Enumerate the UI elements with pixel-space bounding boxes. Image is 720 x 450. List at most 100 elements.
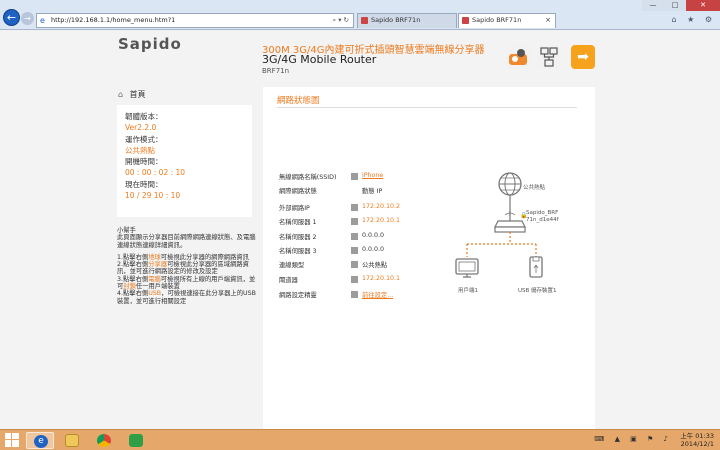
row-label: 名稱伺服器 3 xyxy=(279,248,317,255)
pc-label: 用戶端1 xyxy=(458,288,478,294)
row-label: 網路設定精靈 xyxy=(279,292,317,299)
help-panel: 小幫手 此頁面顯示分享器目前網際網路連線狀態、及電腦連線狀態連線詳細資訊。 1.… xyxy=(117,227,257,305)
close-button[interactable]: ✕ xyxy=(686,0,720,11)
panel-divider xyxy=(277,107,577,108)
system-tray-icons[interactable]: ⌨ ▲ ▣ ⚑ ♪ xyxy=(594,435,672,443)
wizard-icon xyxy=(509,49,527,65)
row-bullet-icon xyxy=(351,204,358,211)
product-model: BRF71n xyxy=(262,67,290,75)
usb-icon[interactable] xyxy=(529,256,543,278)
home-label: 首頁 xyxy=(129,90,146,99)
status-row-gateway: 閘道器 172.20.10.1 xyxy=(279,275,479,285)
uptime-value: 00 : 00 : 02 : 10 xyxy=(125,168,186,178)
back-button[interactable]: ← xyxy=(3,9,20,26)
tab-sapido-2[interactable]: Sapido BRF71n × xyxy=(458,13,556,28)
firmware-value: Ver2.2.0 xyxy=(125,123,157,133)
help-item-highlight: USB xyxy=(148,290,162,298)
row-value: 0.0.0.0 xyxy=(362,232,385,239)
forward-button[interactable]: → xyxy=(21,12,34,25)
sapido-logo: Sapido xyxy=(118,35,182,53)
taskbar-explorer[interactable] xyxy=(58,432,86,449)
taskbar-store[interactable] xyxy=(122,432,150,449)
help-item: 2.點擊右側分享器可檢視此分享器的區域網路資訊，並可進行網路設定的修改及設定 xyxy=(117,261,257,276)
tab-close-icon[interactable]: × xyxy=(545,14,551,27)
setup-wizard-link[interactable]: 前往設定... xyxy=(362,290,393,299)
row-value: 公共熱點 xyxy=(362,262,388,269)
product-title-en: 3G/4G Mobile Router xyxy=(262,53,377,66)
address-tools[interactable]: ⌕ ▾ ↻ xyxy=(333,16,349,25)
status-row-dns2: 名稱伺服器 2 0.0.0.0 xyxy=(279,232,479,242)
home-link[interactable]: ⌂ 首頁 xyxy=(118,89,146,100)
browser-toolbar-icons[interactable]: ⌂ ★ ⚙ xyxy=(671,15,716,24)
mode-label: 運作模式： xyxy=(125,134,163,144)
row-value: 172.20.10.1 xyxy=(362,275,401,282)
store-icon xyxy=(129,434,143,447)
help-item-highlight: 電腦 xyxy=(148,275,161,283)
help-item-text: 可檢視此分享器的網際網路資訊 xyxy=(160,253,249,261)
row-label: 無線網路名稱(SSID) xyxy=(279,174,337,181)
minimize-button[interactable]: — xyxy=(642,0,664,11)
row-value: 172.20.10.2 xyxy=(362,203,401,210)
browser-chrome: ← → e http://192.168.1.1/home_menu.htm?1… xyxy=(0,0,720,30)
row-value: 0.0.0.0 xyxy=(362,246,385,253)
chrome-icon xyxy=(97,434,111,447)
logo-text: Sapido xyxy=(118,35,182,53)
address-bar[interactable]: e http://192.168.1.1/home_menu.htm?1 ⌕ ▾… xyxy=(36,13,354,28)
network-diagram: 🔒 公共熱點 Sapido_BRF 71n_d1e44f 用戶端1 USB 儲存… xyxy=(453,169,593,349)
clock[interactable]: 上午 01:33 2014/12/1 xyxy=(680,432,714,448)
taskbar: e ⌨ ▲ ▣ ⚑ ♪ 上午 01:33 2014/12/1 xyxy=(0,429,720,450)
clock-date: 2014/12/1 xyxy=(680,439,714,448)
usb-label: USB 儲存裝置1 xyxy=(518,288,557,294)
network-button[interactable] xyxy=(537,45,561,69)
maximize-button[interactable]: □ xyxy=(664,0,686,11)
status-row-wan-ip: 外部網路IP 172.20.10.2 xyxy=(279,203,479,213)
current-time-value: 10 / 29 10 : 10 xyxy=(125,191,181,201)
address-url[interactable]: http://192.168.1.1/home_menu.htm?1 xyxy=(51,16,175,24)
page-canvas: Sapido 300M 3G/4G內建可折式插頭智慧雲端無線分享器 3G/4G … xyxy=(0,31,720,429)
row-value: 動態 IP xyxy=(362,188,383,195)
row-value[interactable]: iPhone xyxy=(362,172,383,179)
help-item-highlight: 地球 xyxy=(148,253,161,261)
row-bullet-icon xyxy=(351,261,358,268)
help-item: 4.點擊右側USB，可檢視連接在此分享器上的USB裝置，並可進行相關設定 xyxy=(117,290,257,305)
row-label: 名稱伺服器 2 xyxy=(279,234,317,241)
taskbar-chrome[interactable] xyxy=(90,432,118,449)
row-label: 閘道器 xyxy=(279,277,298,284)
logout-button[interactable]: ➡ xyxy=(571,45,595,69)
window-controls: — □ ✕ xyxy=(642,0,720,11)
network-diagram-svg: 🔒 xyxy=(455,172,543,278)
row-bullet-icon xyxy=(351,276,358,283)
row-bullet-icon xyxy=(351,218,358,225)
row-label: 名稱伺服器 1 xyxy=(279,219,317,226)
help-item: 3.點擊右側電腦可檢視所有上線的用戶端資訊，並可封鎖任一用戶端裝置 xyxy=(117,276,257,291)
sapido-favicon xyxy=(462,17,469,24)
row-value: 172.20.10.1 xyxy=(362,217,401,224)
wizard-button[interactable] xyxy=(506,45,530,69)
help-item-text: 1.點擊右側 xyxy=(117,253,149,261)
router-ssid-label-2: 71n_d1e44f xyxy=(526,217,559,223)
row-label: 網際網路狀態 xyxy=(279,188,317,195)
uptime-label: 開機時間： xyxy=(125,157,163,167)
status-row-ssid: 無線網路名稱(SSID) iPhone xyxy=(279,172,479,182)
taskbar-ie[interactable]: e xyxy=(26,432,54,449)
router-ssid-label: Sapido_BRF xyxy=(526,210,559,216)
pc-icon[interactable] xyxy=(455,258,479,278)
globe-icon[interactable] xyxy=(498,172,522,196)
row-bullet-icon xyxy=(351,173,358,180)
windows-logo-icon xyxy=(4,433,19,447)
lan-links xyxy=(466,232,537,257)
status-row-wan-status: 網際網路狀態 動態 IP xyxy=(279,186,479,196)
status-row-setup-wizard: 網路設定精靈 前往設定... xyxy=(279,290,479,300)
start-button[interactable] xyxy=(4,433,19,448)
ie-taskbar-icon: e xyxy=(34,435,48,448)
tab-sapido-1[interactable]: Sapido BRF71n xyxy=(357,13,457,28)
sapido-favicon xyxy=(361,17,368,24)
ie-icon: e xyxy=(40,16,45,25)
web-page: Sapido 300M 3G/4G內建可折式插頭智慧雲端無線分享器 3G/4G … xyxy=(0,31,720,429)
help-item-text: 4.點擊右側 xyxy=(117,290,149,298)
help-text: 此頁面顯示分享器目前網際網路連線狀態、及電腦連線狀態連線詳細資訊。 xyxy=(117,234,256,249)
folder-icon xyxy=(65,434,79,447)
help-item-text: 3.點擊右側 xyxy=(117,275,149,283)
tab-label: Sapido BRF71n xyxy=(371,16,421,24)
row-bullet-icon xyxy=(351,233,358,240)
